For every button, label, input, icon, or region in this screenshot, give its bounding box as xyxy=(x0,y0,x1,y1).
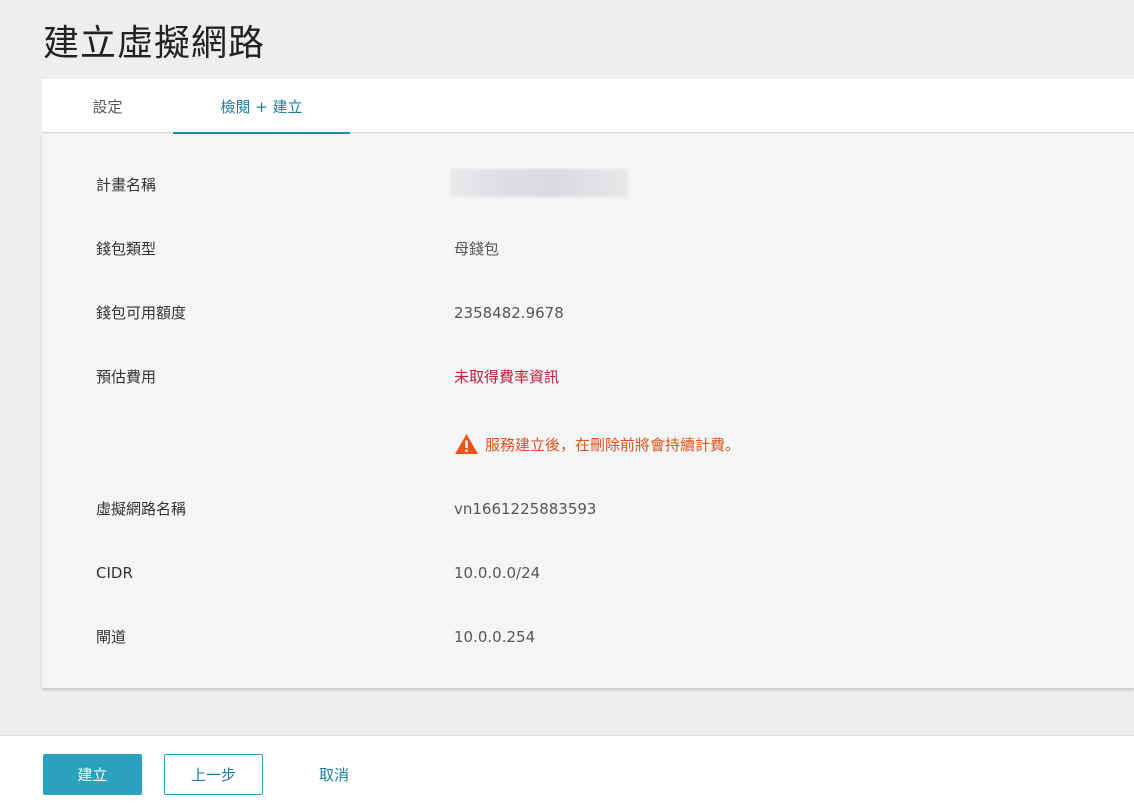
gateway-value: 10.0.0.254 xyxy=(454,628,536,646)
wallet-balance-value: 2358482.9678 xyxy=(454,304,564,322)
tab-bar: 設定 檢閱 + 建立 xyxy=(42,79,1134,134)
cidr-value: 10.0.0.0/24 xyxy=(454,564,541,582)
wallet-type-value: 母錢包 xyxy=(454,240,500,258)
review-row-estimated-cost: 預估費用 未取得費率資訊 xyxy=(42,365,1134,389)
tab-settings[interactable]: 設定 xyxy=(42,79,173,133)
review-row-plan-name: 計畫名稱 xyxy=(42,169,1134,197)
estimated-cost-value: 未取得費率資訊 xyxy=(454,368,560,386)
page-title: 建立虛擬網路 xyxy=(43,23,266,64)
cancel-button[interactable]: 取消 xyxy=(290,754,378,795)
review-row-cidr: CIDR 10.0.0.0/24 xyxy=(42,561,1134,585)
wallet-balance-label: 錢包可用額度 xyxy=(96,304,187,322)
vnet-name-label: 虛擬網路名稱 xyxy=(96,500,187,518)
review-row-vnet-name: 虛擬網路名稱 vn1661225883593 xyxy=(42,497,1134,521)
previous-button[interactable]: 上一步 xyxy=(164,754,263,795)
review-panel: 計畫名稱 錢包類型 母錢包 錢包可用額度 2358482.9678 預估費用 未… xyxy=(42,134,1134,688)
billing-warning-text: 服務建立後，在刪除前將會持續計費。 xyxy=(485,435,741,454)
gateway-label: 閘道 xyxy=(96,628,127,646)
review-row-wallet-type: 錢包類型 母錢包 xyxy=(42,237,1134,261)
plan-name-label: 計畫名稱 xyxy=(96,176,157,194)
cidr-label: CIDR xyxy=(96,564,133,582)
tab-review-create[interactable]: 檢閱 + 建立 xyxy=(173,79,350,134)
estimated-cost-label: 預估費用 xyxy=(96,368,157,386)
wallet-type-label: 錢包類型 xyxy=(96,240,157,258)
warning-triangle-icon xyxy=(455,434,478,454)
action-footer: 建立 上一步 取消 xyxy=(0,735,1134,809)
review-row-gateway: 閘道 10.0.0.254 xyxy=(42,625,1134,649)
review-row-wallet-balance: 錢包可用額度 2358482.9678 xyxy=(42,301,1134,325)
plan-name-value-redacted xyxy=(450,169,628,197)
billing-warning: 服務建立後，在刪除前將會持續計費。 xyxy=(454,431,740,457)
create-button[interactable]: 建立 xyxy=(43,754,142,795)
vnet-name-value: vn1661225883593 xyxy=(454,500,597,518)
